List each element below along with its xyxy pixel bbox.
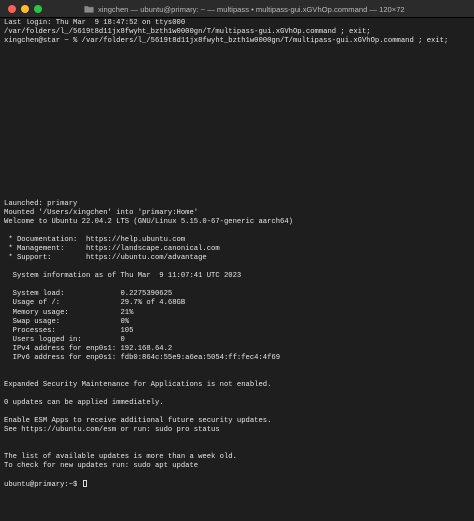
terminal-line: * Management: https://landscape.canonica… [4,245,220,254]
terminal-window: xingchen — ubuntu@primary: ~ — multipass… [0,0,474,521]
terminal-line: /var/folders/l_/5619t8d11jx8fwyht_bzth1w… [4,28,371,37]
prompt-line[interactable]: ubuntu@primary:~$ [4,480,470,489]
terminal-line: Mounted '/Users/xingchen' into 'primary:… [4,208,199,217]
terminal-line: * Documentation: https://help.ubuntu.com [4,236,186,245]
terminal-line: Swap usage: 0% [4,317,130,326]
window-title: xingchen — ubuntu@primary: ~ — multipass… [98,4,405,14]
terminal-line: Last login: Thu Mar 9 18:47:52 on ttys00… [4,19,186,27]
terminal-line: System information as of Thu Mar 9 11:07… [4,272,242,281]
text-cursor [82,480,87,488]
terminal-line: Processes: 105 [4,326,134,335]
terminal-line: System load: 0.2275390625 [4,290,173,299]
terminal-line: To check for new updates run: sudo apt u… [4,462,199,471]
terminal-line: Launched: primary [4,199,78,208]
zoom-button[interactable] [34,5,42,13]
terminal-line: See https://ubuntu.com/esm or run: sudo … [4,426,220,435]
terminal-line: The list of available updates is more th… [4,453,237,462]
terminal-line: Enable ESM Apps to receive additional fu… [4,417,272,426]
terminal-line: xingchen@star ~ % /var/folders/l_/5619t8… [4,37,449,46]
close-button[interactable] [8,5,16,13]
terminal-line: 0 updates can be applied immediately. [4,398,164,407]
shell-prompt: ubuntu@primary:~$ [4,481,82,490]
terminal-output[interactable]: Last login: Thu Mar 9 18:47:52 on ttys00… [4,19,470,519]
terminal-line: Memory usage: 21% [4,308,134,317]
title-bar[interactable]: xingchen — ubuntu@primary: ~ — multipass… [0,0,474,18]
terminal-line: Expanded Security Maintenance for Applic… [4,380,272,389]
folder-icon [84,5,94,13]
terminal-line: IPv6 address for enp0s1: fdb0:864c:55e9:… [4,353,281,362]
minimize-button[interactable] [21,5,29,13]
terminal-line: IPv4 address for enp0s1: 192.168.64.2 [4,344,173,353]
terminal-line: * Support: https://ubuntu.com/advantage [4,254,207,263]
terminal-line: Usage of /: 29.7% of 4.68GB [4,299,186,308]
window-title-area: xingchen — ubuntu@primary: ~ — multipass… [84,0,468,18]
terminal-line: Welcome to Ubuntu 22.04.2 LTS (GNU/Linux… [4,218,293,227]
terminal-line: Users logged in: 0 [4,335,125,344]
